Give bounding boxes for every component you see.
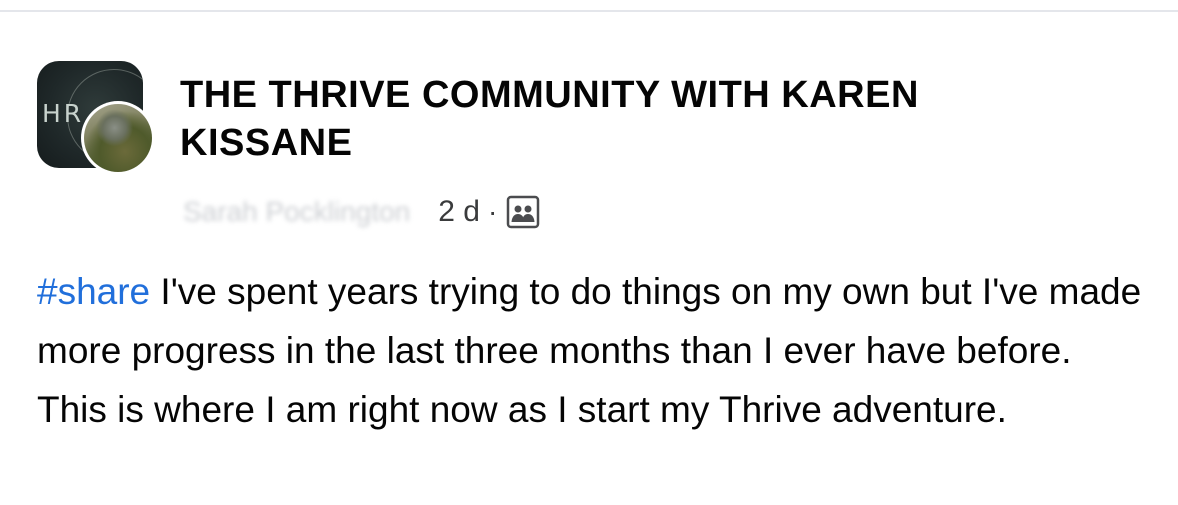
author-name-link[interactable]: Sarah Pocklington xyxy=(183,196,410,228)
group-name-link[interactable]: THE THRIVE COMMUNITY WITH KAREN KISSANE xyxy=(180,71,1080,167)
group-logo-text: HR xyxy=(42,99,85,128)
hashtag-link[interactable]: #share xyxy=(37,271,150,312)
group-members-icon xyxy=(505,194,541,230)
post-body: #share I've spent years trying to do thi… xyxy=(37,262,1147,439)
meta-separator: · xyxy=(487,196,498,227)
author-photo xyxy=(84,104,152,172)
post-timestamp[interactable]: 2 d xyxy=(438,195,480,229)
post-meta: Sarah Pocklington 2 d · xyxy=(183,190,541,234)
post-text: I've spent years trying to do things on … xyxy=(37,271,1142,430)
feed-post: HR THE THRIVE COMMUNITY WITH KAREN KISSA… xyxy=(0,0,1178,505)
author-avatar[interactable] xyxy=(81,101,155,175)
